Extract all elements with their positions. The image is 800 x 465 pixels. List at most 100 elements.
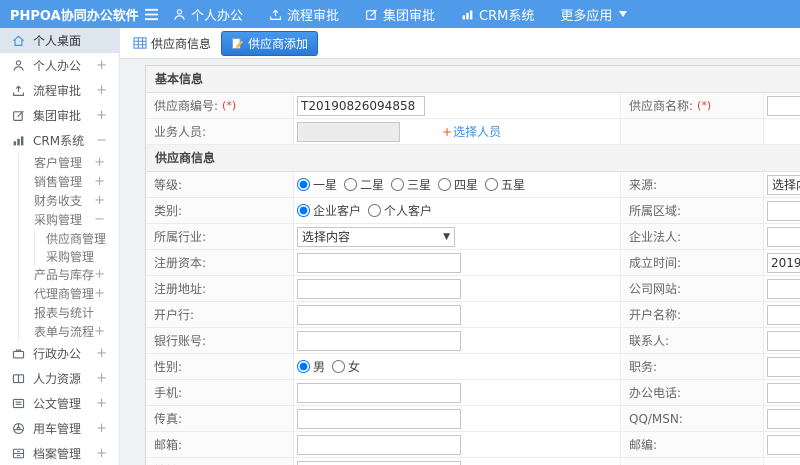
expand-toggle-icon[interactable]: + — [94, 324, 105, 339]
level-radio-group-option[interactable]: 二星 — [344, 176, 384, 193]
expand-toggle-icon[interactable]: + — [96, 58, 107, 73]
choose-person-link[interactable]: +选择人员 — [442, 123, 501, 140]
hamburger-menu-icon[interactable] — [144, 8, 159, 21]
bank-account-input[interactable] — [297, 330, 461, 351]
level-radio-group-option[interactable]: 三星 — [391, 176, 431, 193]
field-label: 地址: — [146, 458, 294, 465]
sidebar-item-8[interactable]: 采购管理 − — [0, 210, 119, 229]
gender-radio-group-radio[interactable] — [332, 360, 346, 373]
bank-name-input[interactable] — [297, 304, 461, 325]
level-radio-group-radio[interactable] — [297, 178, 310, 191]
supplier-name-input[interactable] — [767, 95, 800, 116]
company-website-input[interactable] — [767, 278, 800, 299]
level-radio-group-option[interactable]: 一星 — [297, 176, 337, 193]
level-radio-group-radio[interactable] — [344, 178, 358, 191]
field-label: 开户行: — [146, 302, 294, 328]
sidebar-item-11[interactable]: 产品与库存 + — [0, 265, 119, 284]
office-phone-input[interactable] — [767, 382, 800, 403]
source-select[interactable]: 选择内容▼ — [767, 174, 800, 195]
tab-supplier-list[interactable]: 供应商信息 — [133, 35, 211, 52]
flow-icon — [12, 84, 27, 97]
address-input[interactable] — [297, 460, 461, 465]
sidebar-item-18[interactable]: 用车管理 + — [0, 416, 119, 441]
category-radio-group-radio[interactable] — [368, 204, 382, 217]
add-icon — [231, 37, 244, 50]
expand-toggle-icon[interactable]: + — [94, 174, 105, 189]
position-input[interactable] — [767, 356, 800, 377]
registered-capital-input[interactable] — [297, 252, 461, 273]
registered-address-input[interactable] — [297, 278, 461, 299]
level-radio-group-option[interactable]: 五星 — [485, 176, 525, 193]
zip-code-input[interactable] — [767, 434, 800, 455]
sidebar-item-3[interactable]: 集团审批 + — [0, 103, 119, 128]
topnav-item-4[interactable]: 更多应用 — [560, 5, 628, 24]
gender-radio-group-option[interactable]: 男 — [297, 358, 325, 375]
category-radio-group-radio[interactable] — [297, 204, 310, 217]
sidebar-item-16[interactable]: 人力资源 + — [0, 366, 119, 391]
fax-input[interactable] — [297, 408, 461, 429]
sidebar-item-17[interactable]: 公文管理 + — [0, 391, 119, 416]
expand-toggle-icon[interactable]: + — [96, 396, 107, 411]
topnav-item-2[interactable]: 集团审批 — [365, 5, 435, 24]
field-cell: 企业客户 个人客户 — [294, 198, 621, 224]
sidebar-item-14[interactable]: 表单与流程设置+ — [0, 322, 119, 341]
sidebar-item-6[interactable]: 销售管理 + — [0, 172, 119, 191]
industry-select[interactable]: 选择内容 ▼ — [297, 226, 455, 247]
level-radio-group-radio[interactable] — [391, 178, 405, 191]
level-radio-group-radio[interactable] — [485, 178, 499, 191]
expand-toggle-icon[interactable]: + — [96, 83, 107, 98]
legal-person-input[interactable] — [767, 226, 800, 247]
section-header: 基本信息 — [146, 66, 800, 93]
field-cell — [294, 250, 621, 276]
account-name-input[interactable] — [767, 304, 800, 325]
expand-toggle-icon[interactable]: + — [96, 446, 107, 461]
sidebar-item-1[interactable]: 个人办公 + — [0, 53, 119, 78]
established-date-input[interactable] — [767, 252, 800, 273]
sidebar-item-5[interactable]: 客户管理 + — [0, 153, 119, 172]
level-radio-group-radio[interactable] — [438, 178, 452, 191]
mobile-input[interactable] — [297, 382, 461, 403]
sidebar-item-2[interactable]: 流程审批 + — [0, 78, 119, 103]
field-cell: +选择人员 — [294, 119, 621, 145]
gender-radio-group-option[interactable]: 女 — [332, 358, 360, 375]
sidebar-item-15[interactable]: 行政办公 + — [0, 341, 119, 366]
app-logo: PHPOA协同办公软件 — [10, 8, 139, 24]
sidebar-item-19[interactable]: 档案管理 + — [0, 441, 119, 465]
field-cell — [294, 380, 621, 406]
gender-radio-group-radio[interactable] — [297, 360, 310, 373]
category-radio-group-option[interactable]: 个人客户 — [368, 202, 432, 219]
expand-toggle-icon[interactable]: − — [96, 133, 107, 148]
expand-toggle-icon[interactable]: + — [94, 155, 105, 170]
expand-toggle-icon[interactable]: − — [94, 212, 105, 227]
topnav-item-3[interactable]: CRM系统 — [461, 5, 534, 24]
topnav-label: 流程审批 — [287, 8, 340, 24]
qq-msn-input[interactable] — [767, 408, 800, 429]
level-radio-group-option[interactable]: 四星 — [438, 176, 478, 193]
expand-toggle-icon[interactable]: + — [94, 286, 105, 301]
sidebar-item-9[interactable]: 供应商管理 — [0, 229, 119, 247]
category-radio-group-option[interactable]: 企业客户 — [297, 202, 361, 219]
sidebar-item-4[interactable]: CRM系统 − — [0, 128, 119, 153]
sidebar-item-0[interactable]: 个人桌面 — [0, 28, 119, 53]
field-label: 业务人员: — [146, 119, 294, 145]
expand-toggle-icon[interactable]: + — [94, 193, 105, 208]
sidebar-item-7[interactable]: 财务收支 + — [0, 191, 119, 210]
field-cell: 选择内容 ▼ — [294, 224, 621, 250]
sidebar-item-12[interactable]: 代理商管理 + — [0, 284, 119, 303]
expand-toggle-icon[interactable]: + — [94, 267, 105, 282]
expand-toggle-icon[interactable]: + — [96, 371, 107, 386]
supplier-code-input[interactable] — [297, 95, 425, 116]
email-input[interactable] — [297, 434, 461, 455]
region-input[interactable] — [767, 200, 800, 221]
field-label: QQ/MSN: — [621, 406, 764, 432]
sidebar-item-13[interactable]: 报表与统计 — [0, 303, 119, 322]
sidebar-item-10[interactable]: 采购管理 — [0, 247, 119, 265]
topnav-item-1[interactable]: 流程审批 — [269, 5, 339, 24]
chart-icon — [461, 8, 474, 21]
expand-toggle-icon[interactable]: + — [96, 108, 107, 123]
topnav-item-0[interactable]: 个人办公 — [173, 5, 243, 24]
expand-toggle-icon[interactable]: + — [96, 346, 107, 361]
expand-toggle-icon[interactable]: + — [96, 421, 107, 436]
tab-supplier-add[interactable]: 供应商添加 — [221, 30, 319, 56]
contact-person-input[interactable] — [767, 330, 800, 351]
